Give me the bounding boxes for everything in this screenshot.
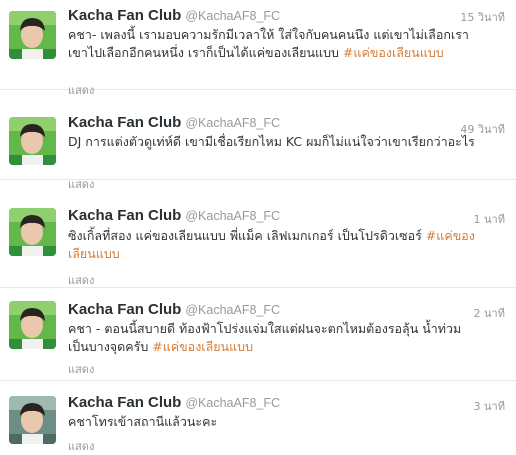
tweet-item[interactable]: Kacha Fan Club @KachaAF8_FC 3 นาที คชาโทร…: [0, 384, 516, 455]
author-handle[interactable]: @KachaAF8_FC: [185, 303, 280, 317]
tweet-body: คชาโทรเข้าสถานีแล้วนะคะ: [68, 414, 218, 429]
tweet-timestamp[interactable]: 3 นาที: [474, 397, 505, 415]
author-name[interactable]: Kacha Fan Club @KachaAF8_FC: [68, 114, 280, 131]
tweet-item[interactable]: Kacha Fan Club @KachaAF8_FC 2 นาที คชา - …: [0, 291, 516, 381]
tweet-timestamp[interactable]: 15 วินาที: [460, 8, 505, 26]
author-name[interactable]: Kacha Fan Club @KachaAF8_FC: [68, 394, 280, 411]
tweet-item[interactable]: Kacha Fan Club @KachaAF8_FC 15 วินาที คชา…: [0, 0, 516, 97]
tweet-body: ซิงเกิ้ลที่สอง แค่ของเลียนแบบ พี่แม็ค เล…: [68, 228, 426, 243]
expand-link[interactable]: แสดง: [68, 437, 94, 455]
tweet-timeline: Kacha Fan Club @KachaAF8_FC 15 วินาที คชา…: [0, 0, 516, 455]
tweet-text: คชาโทรเข้าสถานีแล้วนะคะ: [68, 413, 478, 431]
author-name[interactable]: Kacha Fan Club @KachaAF8_FC: [68, 7, 280, 24]
expand-link[interactable]: แสดง: [68, 175, 94, 193]
tweet-item[interactable]: Kacha Fan Club @KachaAF8_FC 49 วินาที DJ …: [0, 90, 516, 191]
tweet-body: DJ การแต่งตัวดูเท่ห์ดี เขามีเชื่อเรียกไห…: [68, 134, 475, 149]
tweet-text: คชา- เพลงนี้ เรามอบความรักมีเวลาให้ ใส่ใ…: [68, 26, 478, 62]
avatar[interactable]: [9, 396, 56, 444]
tweet-text: ซิงเกิ้ลที่สอง แค่ของเลียนแบบ พี่แม็ค เล…: [68, 227, 478, 263]
tweet-text: คชา - ตอนนี้สบายดี ท้องฟ้าโปร่งแจ่มใสแต่…: [68, 320, 478, 356]
hashtag-link[interactable]: #แค่ของเลียนแบบ: [343, 45, 444, 60]
hashtag-link[interactable]: #แค่ของเลียนแบบ: [152, 339, 253, 354]
author-handle[interactable]: @KachaAF8_FC: [185, 9, 280, 23]
tweet-body: คชา - ตอนนี้สบายดี ท้องฟ้าโปร่งแจ่มใสแต่…: [68, 321, 462, 354]
avatar[interactable]: [9, 117, 56, 165]
tweet-text: DJ การแต่งตัวดูเท่ห์ดี เขามีเชื่อเรียกไห…: [68, 133, 478, 151]
author-handle[interactable]: @KachaAF8_FC: [185, 209, 280, 223]
tweet-item[interactable]: Kacha Fan Club @KachaAF8_FC 1 นาที ซิงเกิ…: [0, 198, 516, 288]
avatar[interactable]: [9, 11, 56, 59]
tweet-timestamp[interactable]: 1 นาที: [474, 210, 505, 228]
author-name[interactable]: Kacha Fan Club @KachaAF8_FC: [68, 301, 280, 318]
author-name[interactable]: Kacha Fan Club @KachaAF8_FC: [68, 207, 280, 224]
expand-link[interactable]: แสดง: [68, 271, 94, 289]
expand-link[interactable]: แสดง: [68, 360, 94, 378]
avatar[interactable]: [9, 301, 56, 349]
author-handle[interactable]: @KachaAF8_FC: [185, 116, 280, 130]
avatar[interactable]: [9, 208, 56, 256]
tweet-timestamp[interactable]: 2 นาที: [474, 304, 505, 322]
author-handle[interactable]: @KachaAF8_FC: [185, 396, 280, 410]
